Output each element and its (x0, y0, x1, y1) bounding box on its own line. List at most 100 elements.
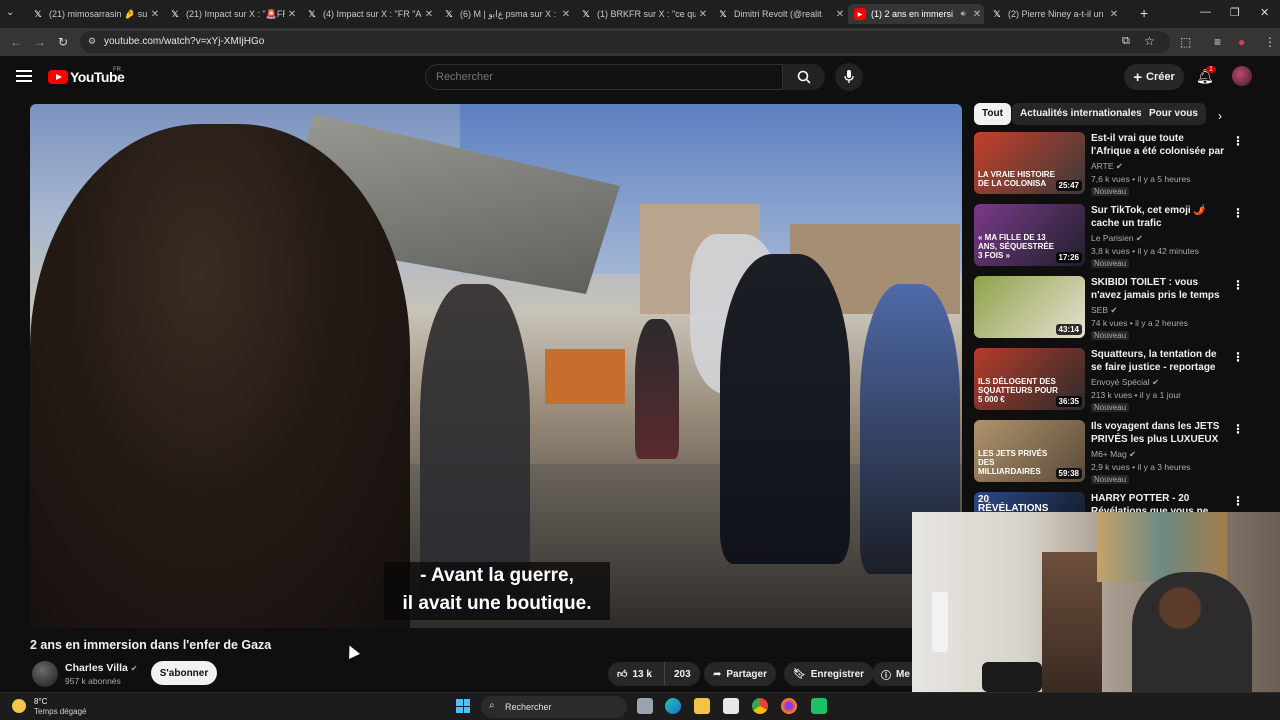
maximize-icon[interactable]: ❐ (1230, 6, 1240, 19)
new-badge: Nouveau (1091, 403, 1130, 412)
video-player[interactable]: - Avant la guerre, il avait une boutique… (30, 104, 962, 628)
more-options-icon[interactable]: ⋮ (1232, 134, 1244, 148)
reload-icon[interactable]: ↻ (58, 35, 68, 49)
video-thumbnail[interactable]: ILS DÉLOGENT DES SQUATTEURS POUR 5 000 €… (974, 348, 1085, 410)
more-actions-button[interactable]: ⓘ Me (872, 662, 912, 686)
browser-tab[interactable]: 𝕏 Dimitri Revolt (@realit ✕ (711, 4, 847, 24)
site-info-icon[interactable]: ⚙ (88, 36, 96, 47)
video-meta: 213 k vues • il y a 1 jour (1091, 390, 1181, 400)
recommendation-item[interactable]: ILS DÉLOGENT DES SQUATTEURS POUR 5 000 €… (974, 348, 1244, 414)
close-window-icon[interactable]: ✕ (1260, 6, 1269, 19)
create-button[interactable]: + Créer (1124, 64, 1184, 90)
chip-tout[interactable]: Tout (974, 103, 1011, 125)
video-title[interactable]: HARRY POTTER - 20 Révélations que vous n… (1091, 492, 1225, 512)
media-controls-icon[interactable]: ≡ (1214, 35, 1221, 49)
video-thumbnail[interactable]: 20 Révélations (974, 492, 1085, 512)
install-app-icon[interactable]: ⧉ (1122, 35, 1130, 48)
share-button[interactable]: ➦ Partager (704, 662, 776, 686)
video-thumbnail[interactable]: LES JETS PRIVÉS DES MILLIARDAIRES 59:38 (974, 420, 1085, 482)
video-title[interactable]: Squatteurs, la tentation de se faire jus… (1091, 348, 1225, 374)
chip-pour-vous[interactable]: Pour vous (1141, 103, 1206, 125)
new-tab-button[interactable]: + (1140, 5, 1148, 21)
firefox-icon[interactable] (781, 698, 797, 714)
video-title[interactable]: Sur TikTok, cet emoji 🌶️ cache un trafic… (1091, 204, 1225, 230)
browser-tab[interactable]: 𝕏 (21) Impact sur X : "🚨FR ✕ (163, 4, 299, 24)
video-thumbnail[interactable]: « Ma fille de 13 ans, séquestrée 3 fois … (974, 204, 1085, 266)
browser-tab[interactable]: ▶ (1) 2 ans en immersi 🔊︎ ✕ (848, 4, 984, 24)
profile-icon[interactable]: ● (1238, 35, 1245, 49)
video-title[interactable]: SKIBIDI TOILET : vous n'avez jamais pris… (1091, 276, 1225, 302)
search-button[interactable] (783, 64, 825, 90)
recommendation-item[interactable]: 43:14 SKIBIDI TOILET : vous n'avez jamai… (974, 276, 1244, 342)
voice-search-button[interactable] (835, 63, 863, 91)
url-field[interactable]: ⚙ youtube.com/watch?v=xYj-XMIjHGo ⧉ ☆ (80, 31, 1170, 53)
recommendation-item[interactable]: LA VRAIE HISTOIRE DE LA COLONISA 25:47 Es… (974, 132, 1244, 198)
channel-avatar[interactable] (32, 661, 58, 687)
verified-icon: ✔︎ (1129, 449, 1137, 459)
more-options-icon[interactable]: ⋮ (1232, 206, 1244, 220)
close-tab-icon[interactable]: ✕ (696, 9, 710, 20)
subtitle-line-1: - Avant la guerre, (420, 565, 574, 586)
close-tab-icon[interactable]: ✕ (1107, 9, 1121, 20)
browser-tab[interactable]: 𝕏 (1) BRKFR sur X : "ce que ✕ (574, 4, 710, 24)
channel-name[interactable]: ARTE ✔︎ (1091, 161, 1123, 172)
dislike-button[interactable]: 203 (664, 662, 700, 686)
browser-tab[interactable]: 𝕏 (21) mimosarrasin 🤌 su ✕ (26, 4, 162, 24)
chip-actualites-internationales[interactable]: Actualités internationales (1012, 103, 1150, 125)
recommendation-item[interactable]: « Ma fille de 13 ans, séquestrée 3 fois … (974, 204, 1244, 270)
tab-list-button[interactable]: ⌄ (6, 7, 14, 18)
video-title[interactable]: Ils voyagent dans les JETS PRIVÉS les pl… (1091, 420, 1225, 446)
browser-tab[interactable]: 𝕏 (4) Impact sur X : "FR "Au ✕ (300, 4, 436, 24)
channel-name[interactable]: Le Parisien ✔︎ (1091, 233, 1143, 244)
store-icon[interactable] (723, 698, 739, 714)
video-frame-stall (545, 349, 625, 404)
browser-tab[interactable]: 𝕏 (2) Pierre Niney a-t-il un ✕ (985, 4, 1121, 24)
edge-browser-icon[interactable] (665, 698, 681, 714)
bookmark-star-icon[interactable]: ☆ (1144, 34, 1155, 48)
close-tab-icon[interactable]: ✕ (148, 9, 162, 20)
recommendation-item[interactable]: 20 Révélations HARRY POTTER - 20 Révélat… (974, 492, 1240, 512)
browser-menu-icon[interactable]: ⋮ (1264, 35, 1276, 49)
x-icon: 𝕏 (719, 8, 727, 19)
more-options-icon[interactable]: ⋮ (1232, 278, 1244, 292)
close-tab-icon[interactable]: ✕ (833, 9, 847, 20)
file-explorer-icon[interactable] (694, 698, 710, 714)
chrome-browser-icon[interactable] (752, 698, 768, 714)
account-avatar[interactable] (1232, 66, 1252, 86)
subscribe-button[interactable]: S'abonner (151, 661, 217, 685)
close-tab-icon[interactable]: ✕ (970, 9, 984, 20)
minimize-icon[interactable]: — (1200, 6, 1211, 18)
channel-name[interactable]: Envoyé Spécial ✔︎ (1091, 377, 1159, 388)
hamburger-menu-icon[interactable] (16, 70, 32, 82)
task-view-icon[interactable] (637, 698, 653, 714)
forward-icon[interactable]: → (34, 35, 46, 49)
channel-name[interactable]: M6+ Mag ✔︎ (1091, 449, 1136, 460)
back-icon[interactable]: ← (10, 35, 22, 49)
close-tab-icon[interactable]: ✕ (285, 9, 299, 20)
more-options-icon[interactable]: ⋮ (1232, 494, 1240, 508)
save-button[interactable]: 🔖︎ Enregistrer (784, 662, 874, 686)
video-thumbnail[interactable]: 43:14 (974, 276, 1085, 338)
taskbar-search[interactable]: ⌕ Rechercher (481, 696, 627, 718)
video-title[interactable]: Est-il vrai que toute l'Afrique a été co… (1091, 132, 1225, 158)
chevron-right-icon[interactable]: › (1218, 109, 1222, 123)
recommendation-item[interactable]: LES JETS PRIVÉS DES MILLIARDAIRES 59:38 I… (974, 420, 1244, 486)
browser-tab[interactable]: 𝕏 (6) M | ﻉﺍﺑﻭ psma sur X : "li✕ (437, 4, 573, 24)
extensions-icon[interactable]: ⬚ (1180, 35, 1191, 49)
windows-start-icon[interactable] (456, 699, 470, 713)
close-tab-icon[interactable]: ✕ (422, 9, 436, 20)
weather-temperature[interactable]: 8°C (34, 697, 47, 706)
like-button[interactable]: 👍︎ 13 k (608, 662, 664, 686)
more-options-icon[interactable]: ⋮ (1232, 422, 1244, 436)
weather-description[interactable]: Temps dégagé (34, 707, 86, 716)
audio-playing-icon[interactable]: 🔊︎ (956, 9, 970, 19)
weather-moon-icon[interactable] (12, 699, 26, 713)
search-input[interactable] (436, 71, 766, 83)
spotify-like-app-icon[interactable] (811, 698, 827, 714)
channel-name[interactable]: SEB ✔︎ (1091, 305, 1118, 316)
close-tab-icon[interactable]: ✕ (559, 9, 573, 20)
channel-name-link[interactable]: Charles Villa ✔︎ (65, 662, 137, 674)
more-options-icon[interactable]: ⋮ (1232, 350, 1244, 364)
video-thumbnail[interactable]: LA VRAIE HISTOIRE DE LA COLONISA 25:47 (974, 132, 1085, 194)
new-badge: Nouveau (1091, 259, 1130, 268)
